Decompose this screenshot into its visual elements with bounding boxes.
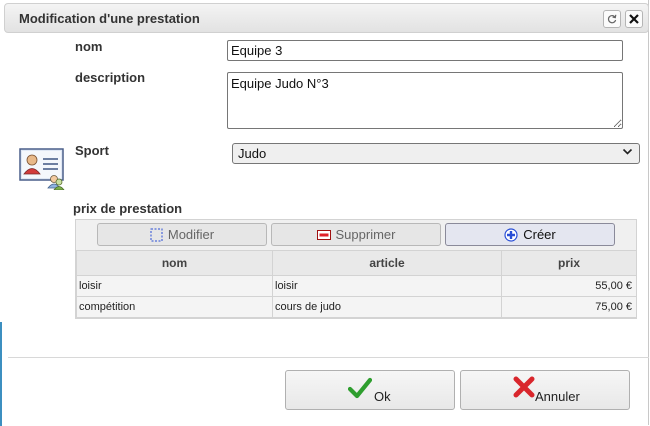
nom-input[interactable]	[227, 40, 623, 61]
ok-button[interactable]: Ok	[285, 370, 455, 410]
table-row[interactable]: compétition cours de judo 75,00 €	[76, 296, 637, 318]
prices-table: nom article prix loisir loisir 55,00 € c…	[76, 250, 637, 318]
cancel-x-icon	[513, 376, 535, 398]
delete-icon	[316, 229, 331, 240]
table-row[interactable]: loisir loisir 55,00 €	[76, 275, 637, 297]
create-button[interactable]: Créer	[445, 223, 615, 246]
cell-article: cours de judo	[272, 296, 502, 318]
check-icon	[348, 377, 372, 399]
nom-label: nom	[75, 39, 103, 54]
prestation-dialog: Modification d'une prestation nom descri…	[4, 0, 649, 425]
cell-nom: loisir	[76, 275, 273, 297]
left-edge-bar	[0, 322, 2, 426]
dialog-title: Modification d'une prestation	[19, 11, 200, 26]
modify-label: Modifier	[167, 227, 215, 242]
prices-grid: Modifier Supprimer Créer nom article pri…	[75, 219, 637, 319]
sport-select[interactable]: Judo	[232, 143, 640, 164]
create-label: Créer	[523, 227, 556, 242]
footer-divider	[8, 357, 649, 358]
cancel-button[interactable]: Annuler	[460, 370, 630, 410]
column-header-nom[interactable]: nom	[76, 250, 273, 276]
user-card-icon	[19, 148, 65, 190]
description-label: description	[75, 70, 146, 85]
delete-button[interactable]: Supprimer	[271, 223, 441, 246]
cell-prix: 75,00 €	[501, 296, 637, 318]
cell-article: loisir	[272, 275, 502, 297]
column-header-article[interactable]: article	[272, 250, 502, 276]
prices-section-label: prix de prestation	[73, 201, 183, 216]
refresh-icon[interactable]	[603, 10, 621, 28]
sport-label: Sport	[75, 143, 109, 158]
create-icon	[504, 227, 518, 242]
column-header-prix[interactable]: prix	[501, 250, 637, 276]
modify-icon	[150, 228, 163, 241]
delete-label: Supprimer	[335, 227, 396, 242]
close-icon[interactable]	[625, 10, 643, 28]
ok-label: Ok	[374, 389, 391, 404]
modify-button[interactable]: Modifier	[97, 223, 267, 246]
description-textarea[interactable]: Equipe Judo N°3	[227, 72, 623, 129]
sport-select-value: Judo	[238, 146, 267, 161]
cancel-label: Annuler	[535, 389, 580, 404]
cell-nom: compétition	[76, 296, 273, 318]
table-header-row: nom article prix	[76, 250, 637, 276]
cell-prix: 55,00 €	[501, 275, 637, 297]
dialog-titlebar[interactable]: Modification d'une prestation	[4, 3, 649, 33]
chevron-down-icon	[622, 146, 633, 160]
